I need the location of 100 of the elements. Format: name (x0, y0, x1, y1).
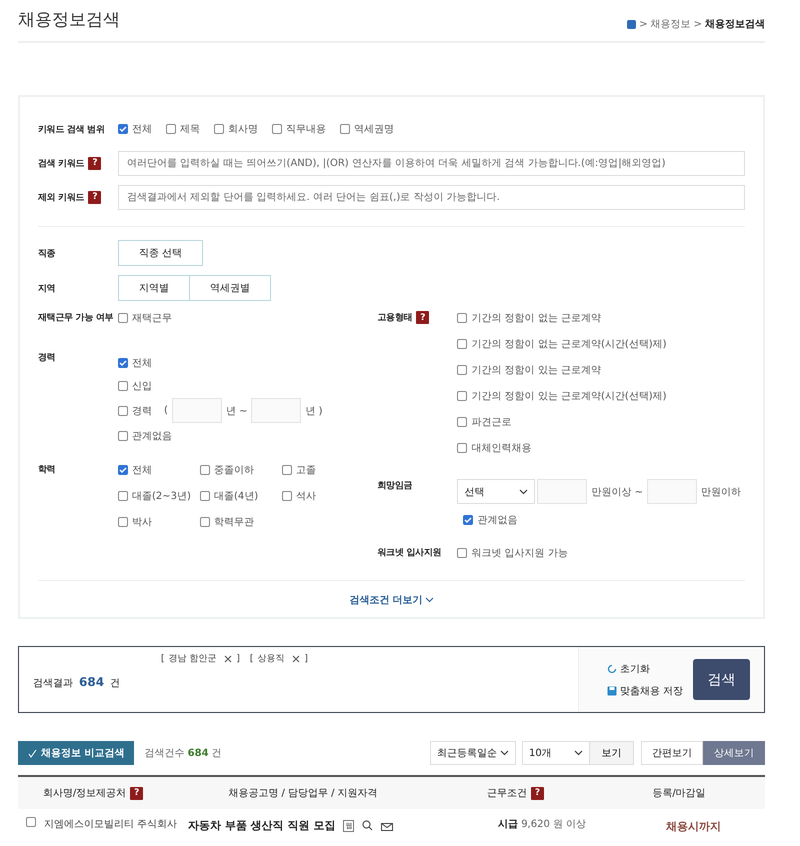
count-unit: 건 (110, 677, 120, 690)
checkbox[interactable]: 중졸이하 (200, 463, 282, 477)
check-icon (28, 748, 37, 758)
field-label: 키워드 검색 범위 (38, 124, 106, 136)
checkbox[interactable]: 박사 (118, 515, 200, 529)
save-link[interactable]: 맞춤채용 저장 (607, 684, 684, 698)
checkbox[interactable]: 대졸(2~3년) (118, 489, 200, 503)
home-icon[interactable] (627, 20, 636, 28)
unit-text: 만원이하 (701, 486, 741, 498)
column-header: 근무조건 (487, 787, 527, 800)
checkbox[interactable]: 신입 (118, 378, 152, 392)
wage-text: 시급 9,620 원 이상 (498, 818, 586, 831)
more-conditions-link[interactable]: 검색조건 더보기 (349, 593, 434, 607)
checkbox[interactable]: 워크넷 입사지원 가능 (457, 546, 568, 560)
field-label: 제외 키워드 (38, 192, 84, 204)
breadcrumb-link[interactable]: 채용정보 (650, 17, 691, 31)
column-header: 회사명/정보제공처 (42, 787, 126, 800)
view-mode-tab[interactable]: 간편보기 (641, 741, 703, 765)
check-icon (119, 125, 127, 133)
checkbox[interactable]: 석사 (282, 489, 364, 503)
checkbox[interactable]: 역세권명 (340, 122, 394, 136)
checkbox[interactable]: 관계없음 (463, 513, 518, 527)
search-count: 검색건수 684 건 (144, 747, 222, 760)
unit-text: 만원이상 ~ (591, 486, 643, 498)
tag-bracket: [ (161, 654, 165, 664)
result-count: 684 (79, 675, 104, 689)
checkbox[interactable]: 기간의 정함이 있는 근로계약(시간(선택)제) (457, 389, 667, 403)
checkbox[interactable]: 고졸 (282, 463, 364, 477)
compare-search-button[interactable]: 채용정보 비교검색 (18, 741, 134, 765)
help-icon[interactable]: ? (416, 311, 430, 324)
chevron-down-icon (424, 597, 434, 603)
view-mode-tab[interactable]: 상세보기 (703, 741, 765, 765)
checkbox[interactable]: 관계없음 (118, 428, 172, 442)
column-header: 채용공고명 / 담당업무 / 지원자격 (228, 787, 378, 800)
per-page-select[interactable]: 10개 (522, 741, 590, 765)
field-label: 고용형태 (377, 312, 412, 324)
refresh-icon (607, 664, 617, 674)
result-label: 검색결과 (33, 677, 73, 690)
checkbox[interactable]: 대졸(4년) (200, 489, 282, 503)
help-icon[interactable]: ? (130, 786, 144, 800)
paren-text: ( (164, 405, 168, 416)
checkbox[interactable]: 재택근무 (118, 311, 172, 325)
filter-tag: 상용직 (257, 652, 284, 665)
close-icon[interactable] (292, 654, 300, 662)
breadcrumb-separator: > (694, 18, 702, 30)
filter-tag: 경남 함안군 (168, 652, 216, 665)
sort-select[interactable]: 최근등록일순 (430, 741, 516, 765)
years-to-field[interactable] (251, 398, 302, 423)
field-label: 워크넷 입사지원 (377, 547, 442, 559)
wage-min-field[interactable] (537, 479, 588, 504)
checkbox[interactable]: 학력무관 (200, 515, 282, 529)
region-button[interactable]: 역세권별 (189, 275, 271, 302)
chevron-down-icon (574, 750, 583, 756)
tag-bracket: [ (250, 654, 254, 664)
wage-max-field[interactable] (647, 479, 697, 504)
page-title: 채용정보검색 (18, 9, 120, 31)
breadcrumb-separator: > (639, 18, 648, 30)
check-icon (464, 516, 472, 524)
keyword-field[interactable]: 여러단어를 입력하실 때는 띄어쓰기(AND), |(OR) 연산자를 이용하여 더욱 세밀하게 검색 가능합니다.(예:영업|해외영업) (118, 150, 745, 176)
checkbox[interactable]: 전체 (118, 122, 152, 136)
job-type-button[interactable]: 직종 선택 (118, 240, 204, 266)
field-label: 경력 (38, 352, 56, 364)
column-header: 등록/마감일 (652, 787, 706, 800)
breadcrumb-link[interactable]: 채용정보검색 (705, 17, 765, 31)
close-icon[interactable] (224, 654, 232, 662)
checkbox[interactable]: 대체인력채용 (457, 441, 667, 455)
wage-select[interactable]: 선택 (457, 479, 536, 504)
checkbox[interactable]: 기간의 정함이 없는 근로계약 (457, 311, 667, 325)
save-icon (607, 686, 617, 696)
row-checkbox[interactable] (26, 817, 36, 827)
unit-text: 년 ) (305, 404, 323, 418)
company-name[interactable]: 지엠에스이모빌리티 주식회사 (44, 817, 178, 831)
chevron-down-icon (500, 750, 509, 756)
exclude-keyword-field[interactable]: 검색결과에서 제외할 단어를 입력하세요. 여러 단어는 쉼표(,)로 작성이 가능합니다. (118, 184, 745, 210)
field-label: 검색 키워드 (38, 158, 84, 170)
checkbox[interactable]: 제목 (166, 122, 200, 136)
field-label: 희망임금 (377, 480, 414, 492)
checkbox[interactable]: 기간의 정함이 있는 근로계약 (457, 363, 667, 377)
reset-link[interactable]: 초기화 (607, 662, 684, 676)
checkbox[interactable]: 회사명 (214, 122, 258, 136)
field-label: 지역 (38, 282, 56, 295)
checkbox[interactable]: 경력 (118, 404, 152, 418)
years-from-field[interactable] (172, 398, 222, 423)
view-button[interactable]: 보기 (589, 741, 634, 765)
checkbox[interactable]: 직무내용 (272, 122, 326, 136)
region-button[interactable]: 지역별 (118, 275, 190, 302)
deadline-text: 채용시까지 (666, 819, 721, 834)
help-icon[interactable]: ? (88, 156, 102, 170)
tag-bracket: ] (304, 654, 308, 664)
checkbox[interactable]: 파견근로 (457, 415, 667, 429)
job-title-link[interactable]: 자동차 부품 생산직 직원 모집 (188, 818, 336, 833)
field-label: 학력 (38, 464, 56, 476)
help-icon[interactable]: ? (531, 786, 544, 800)
help-icon[interactable]: ? (88, 190, 102, 204)
search-icon[interactable] (362, 820, 374, 831)
checkbox[interactable]: 기간의 정함이 없는 근로계약(시간(선택)제) (457, 337, 667, 351)
mail-icon[interactable] (381, 820, 394, 830)
checkbox[interactable]: 전체 (118, 356, 152, 370)
search-button[interactable]: 검색 (693, 659, 750, 700)
checkbox[interactable]: 전체 (118, 463, 200, 477)
